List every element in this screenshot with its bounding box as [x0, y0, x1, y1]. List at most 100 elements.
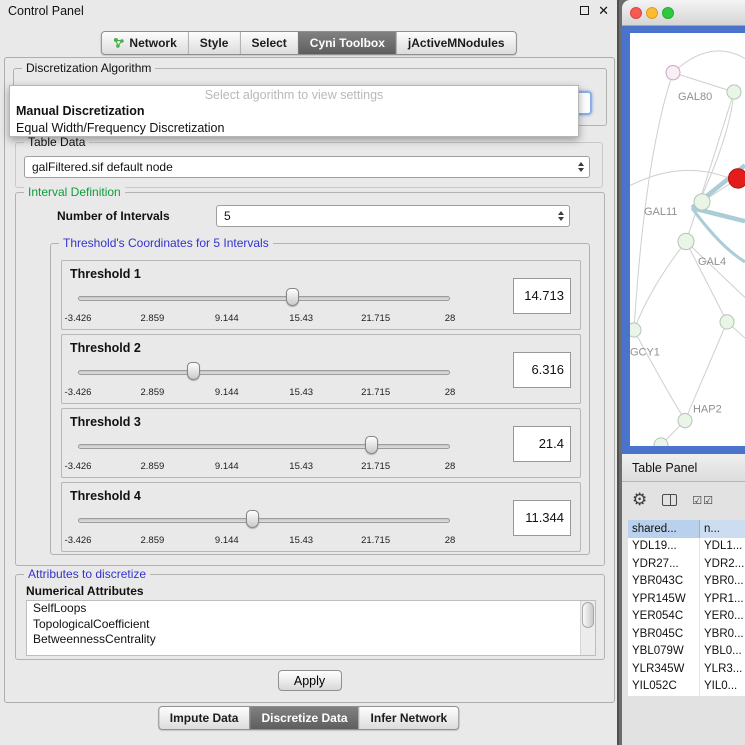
threshold-3-box: Threshold 3 -3.4262.8599.14415.4321.7152…: [61, 408, 581, 478]
number-of-intervals-label: Number of Intervals: [57, 209, 170, 223]
slider-scale: -3.4262.8599.14415.4321.71528: [78, 313, 450, 325]
tab-discretize-data[interactable]: Discretize Data: [249, 707, 358, 729]
tab-cyni-toolbox[interactable]: Cyni Toolbox: [298, 32, 396, 54]
algorithm-dropdown-popup: Select algorithm to view settings Manual…: [9, 85, 579, 137]
threshold-1-box: Threshold 1 -3.4262.8599.14415.4321.7152…: [61, 260, 581, 330]
column-header-shared-name[interactable]: shared...: [628, 520, 700, 538]
dropdown-placeholder: Select algorithm to view settings: [10, 86, 578, 102]
slider-track[interactable]: [78, 518, 450, 523]
slider-track[interactable]: [78, 444, 450, 449]
tab-select[interactable]: Select: [239, 32, 297, 54]
close-icon[interactable]: ✕: [598, 5, 609, 16]
network-node[interactable]: [678, 413, 692, 427]
tab-label: jActiveMNodules: [408, 36, 505, 50]
tab-label: Network: [129, 36, 176, 50]
network-canvas[interactable]: GAL80 GAL11 GAL4 GCY1 HAP2: [630, 33, 745, 446]
top-tab-strip: Network Style Select Cyni Toolbox jActiv…: [100, 31, 516, 55]
table-row[interactable]: YDR27...YDR2...: [628, 556, 745, 574]
tab-label: Discretize Data: [261, 711, 347, 725]
threshold-3-slider[interactable]: -3.4262.8599.14415.4321.71528: [78, 435, 450, 475]
zoom-traffic-light[interactable]: [662, 7, 674, 19]
panel-title: Control Panel: [8, 4, 84, 18]
table-row[interactable]: YBR043CYBR0...: [628, 573, 745, 591]
group-title: Threshold's Coordinates for 5 Intervals: [59, 236, 273, 250]
threshold-1-value-field[interactable]: 14.713: [513, 278, 571, 314]
list-item[interactable]: BetweennessCentrality: [27, 632, 595, 648]
tab-label: Impute Data: [170, 711, 239, 725]
control-panel: Control Panel ✕ Network Style Select Cyn…: [0, 0, 619, 745]
network-node[interactable]: [630, 323, 641, 337]
thresholds-group: Threshold's Coordinates for 5 Intervals …: [50, 243, 590, 555]
slider-thumb[interactable]: [246, 510, 259, 528]
threshold-1-label: Threshold 1: [70, 267, 141, 281]
threshold-4-value-field[interactable]: 11.344: [513, 500, 571, 536]
list-item[interactable]: TopologicalCoefficient: [27, 617, 595, 633]
attributes-to-discretize-group: Attributes to discretize Numerical Attri…: [15, 574, 605, 660]
list-item[interactable]: SelfLoops: [27, 601, 595, 617]
columns-icon[interactable]: [662, 494, 677, 506]
slider-scale: -3.4262.8599.14415.4321.71528: [78, 535, 450, 547]
network-node[interactable]: [654, 438, 668, 446]
threshold-4-box: Threshold 4 -3.4262.8599.14415.4321.7152…: [61, 482, 581, 552]
threshold-3-value-field[interactable]: 21.4: [513, 426, 571, 462]
threshold-2-box: Threshold 2 -3.4262.8599.14415.4321.7152…: [61, 334, 581, 404]
node-label: GAL11: [644, 206, 677, 218]
combobox-arrows-icon: [558, 211, 564, 221]
network-node[interactable]: [727, 85, 741, 99]
table-panel-title: Table Panel: [632, 461, 697, 475]
threshold-4-slider[interactable]: -3.4262.8599.14415.4321.71528: [78, 509, 450, 549]
list-scrollbar[interactable]: [580, 601, 595, 655]
tab-label: Select: [251, 36, 286, 50]
table-row[interactable]: YPR145WYPR1...: [628, 591, 745, 609]
tab-infer-network[interactable]: Infer Network: [359, 707, 459, 729]
table-panel-header: Table Panel: [622, 454, 745, 482]
float-window-icon[interactable]: [580, 6, 589, 15]
slider-thumb[interactable]: [187, 362, 200, 380]
dropdown-item-equal-width-frequency[interactable]: Equal Width/Frequency Discretization: [10, 119, 578, 136]
node-label: GCY1: [630, 346, 660, 358]
table-data-combobox[interactable]: galFiltered.sif default node: [24, 156, 590, 178]
close-traffic-light[interactable]: [630, 7, 642, 19]
network-node[interactable]: [694, 194, 710, 210]
threshold-1-slider[interactable]: -3.4262.8599.14415.4321.71528: [78, 287, 450, 327]
number-of-intervals-combobox[interactable]: 5: [216, 205, 570, 227]
select-columns-icon[interactable]: ☑☑: [692, 494, 714, 507]
threshold-2-value-field[interactable]: 6.316: [513, 352, 571, 388]
tab-label: Infer Network: [371, 711, 448, 725]
dropdown-item-manual-discretization[interactable]: Manual Discretization: [10, 102, 578, 119]
network-node[interactable]: [666, 66, 680, 80]
network-view-frame: GAL80 GAL11 GAL4 GCY1 HAP2: [622, 26, 745, 454]
tab-style[interactable]: Style: [188, 32, 240, 54]
slider-scale: -3.4262.8599.14415.4321.71528: [78, 461, 450, 473]
table-row[interactable]: YBR045CYBR0...: [628, 626, 745, 644]
table-row[interactable]: YDL19...YDL1...: [628, 538, 745, 556]
scrollbar-thumb[interactable]: [582, 602, 594, 628]
column-header-name[interactable]: n...: [700, 520, 745, 538]
table-row[interactable]: YLR345WYLR3...: [628, 661, 745, 679]
combobox-value: galFiltered.sif default node: [32, 157, 173, 177]
cyni-toolbox-panel: Discretization Algorithm Select algorith…: [4, 57, 615, 703]
group-title: Discretization Algorithm: [22, 61, 155, 75]
tab-jactivemnodules[interactable]: jActiveMNodules: [396, 32, 516, 54]
table-row[interactable]: YER054CYER0...: [628, 608, 745, 626]
network-node-selected[interactable]: [729, 169, 745, 188]
numerical-attributes-list[interactable]: SelfLoops TopologicalCoefficient Between…: [26, 600, 596, 656]
slider-thumb[interactable]: [365, 436, 378, 454]
table-row[interactable]: YBL079WYBL0...: [628, 643, 745, 661]
threshold-2-slider[interactable]: -3.4262.8599.14415.4321.71528: [78, 361, 450, 401]
slider-thumb[interactable]: [286, 288, 299, 306]
minimize-traffic-light[interactable]: [646, 7, 658, 19]
apply-button[interactable]: Apply: [278, 670, 342, 691]
network-node[interactable]: [720, 315, 734, 329]
control-panel-titlebar: Control Panel ✕: [0, 0, 617, 22]
tab-label: Cyni Toolbox: [310, 36, 385, 50]
tab-network[interactable]: Network: [101, 32, 187, 54]
node-table: shared... n... YDL19...YDL1... YDR27...Y…: [628, 520, 745, 696]
gear-icon[interactable]: ⚙: [632, 490, 647, 510]
threshold-2-label: Threshold 2: [70, 341, 141, 355]
slider-track[interactable]: [78, 296, 450, 301]
table-row[interactable]: YIL052CYIL0...: [628, 678, 745, 696]
slider-track[interactable]: [78, 370, 450, 375]
tab-impute-data[interactable]: Impute Data: [159, 707, 250, 729]
network-node[interactable]: [678, 233, 694, 249]
